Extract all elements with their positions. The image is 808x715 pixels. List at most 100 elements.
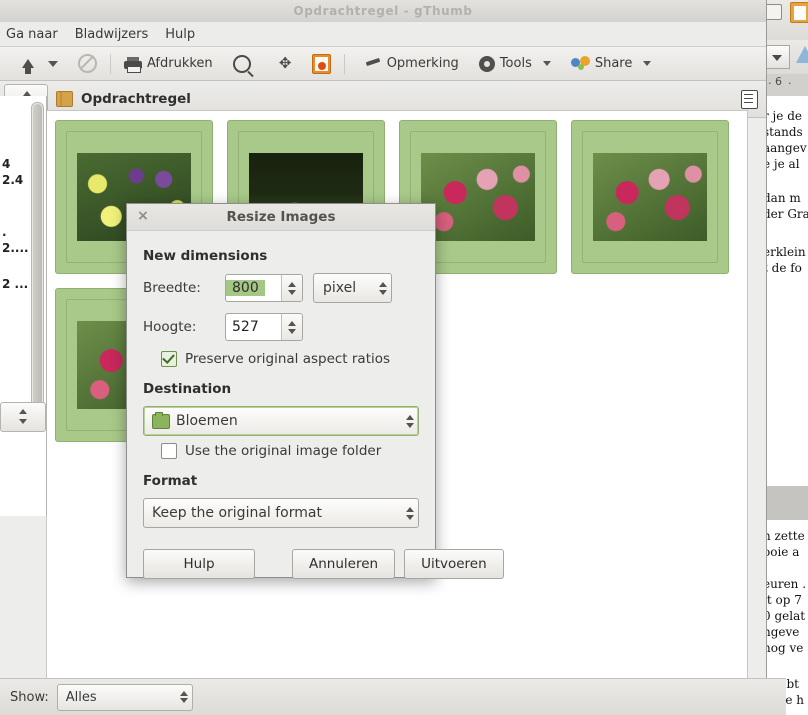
- doc-line: erklein: [763, 245, 806, 259]
- use-original-folder-row[interactable]: Use the original image folder: [161, 443, 419, 459]
- toolbar-stop-button: [73, 52, 102, 75]
- background-left-stepper[interactable]: [0, 402, 46, 432]
- dialog-body: New dimensions Breedte: 800 pixel Hoogte…: [127, 231, 435, 528]
- toolbar-fit-button[interactable]: ✥: [272, 53, 299, 74]
- background-left-lower: [0, 432, 47, 516]
- toolbar-share-button[interactable]: Share: [566, 54, 657, 73]
- format-header: Format: [143, 473, 198, 489]
- toolbar-search-button[interactable]: [228, 53, 256, 75]
- doc-line: der Gra: [763, 207, 808, 221]
- toolbar-share-label: Share: [594, 56, 633, 71]
- toolbar-comment-label: Opmerking: [386, 56, 459, 71]
- stepper-down-icon[interactable]: [19, 419, 27, 424]
- breadcrumb[interactable]: Opdrachtregel: [81, 91, 191, 107]
- stop-icon: [78, 54, 97, 73]
- doc-line: dan m: [763, 191, 801, 205]
- background-document-window[interactable]: · 6 · r je de stands aangev e je al dan …: [760, 0, 808, 715]
- thumbnail-4[interactable]: [571, 120, 729, 274]
- folder-icon: [152, 411, 170, 429]
- format-stepper[interactable]: [406, 506, 414, 520]
- history-dropdown-icon: [48, 60, 58, 67]
- document-page-gap: [760, 486, 808, 520]
- preserve-aspect-row[interactable]: Preserve original aspect ratios: [161, 351, 419, 367]
- width-label: Breedte:: [143, 280, 201, 296]
- toolbar-print-label: Afdrukken: [147, 56, 213, 71]
- fit-icon: ✥: [278, 54, 292, 72]
- document-page-1: r je de stands aangev e je al dan m der …: [760, 96, 808, 486]
- show-label: Show:: [10, 689, 49, 705]
- use-original-folder-checkbox[interactable]: [161, 443, 177, 459]
- document-save-icon[interactable]: [764, 4, 782, 20]
- comment-icon: [364, 57, 382, 70]
- new-dimensions-header: New dimensions: [143, 248, 268, 264]
- width-input[interactable]: 800: [225, 274, 303, 302]
- toolbar-history-button[interactable]: [43, 59, 63, 69]
- document-clipboard-icon[interactable]: [790, 2, 808, 23]
- help-button[interactable]: Hulp: [143, 549, 255, 579]
- unit-combo[interactable]: pixel: [313, 273, 392, 303]
- menu-item-bladwijzers[interactable]: Bladwijzers: [75, 27, 149, 42]
- document-toolbar[interactable]: [760, 0, 808, 41]
- destination-header: Destination: [143, 381, 232, 397]
- unit-value: pixel: [323, 280, 357, 296]
- dialog-button-row: Hulp Annuleren Uitvoeren: [127, 535, 504, 579]
- show-filter-value: Alles: [65, 689, 97, 705]
- destination-stepper[interactable]: [406, 414, 414, 428]
- height-value[interactable]: 527: [226, 319, 265, 335]
- combo-stepper-icon[interactable]: [168, 691, 188, 703]
- title-bar[interactable]: Opdrachtregel - gThumb: [0, 0, 766, 22]
- show-filter-combo[interactable]: Alles: [56, 683, 193, 711]
- preserve-aspect-checkbox[interactable]: [161, 351, 177, 367]
- dialog-title: Resize Images: [226, 209, 336, 225]
- toolbar-print-button[interactable]: Afdrukken: [119, 54, 218, 73]
- list-view-icon[interactable]: [741, 89, 758, 109]
- doc-line: euren .: [763, 577, 807, 591]
- menu-bar[interactable]: Ga naar Bladwijzers Hulp: [0, 22, 766, 47]
- toolbar-up-button[interactable]: [6, 57, 39, 74]
- chevron-down-icon[interactable]: [764, 45, 790, 69]
- thumbnail-image: [593, 153, 707, 241]
- format-value: Keep the original format: [152, 505, 322, 521]
- preserve-aspect-label: Preserve original aspect ratios: [185, 351, 391, 367]
- document-toolbar-row2[interactable]: [760, 40, 808, 75]
- destination-combo[interactable]: Bloemen: [143, 406, 419, 436]
- doc-line: t de fo: [763, 261, 802, 275]
- unit-stepper[interactable]: [379, 281, 387, 295]
- doc-line: it op 7: [763, 593, 802, 607]
- height-input[interactable]: 527: [225, 313, 303, 341]
- toolbar-slideshow-button[interactable]: [307, 52, 336, 76]
- stepper-up-icon[interactable]: [19, 409, 27, 414]
- status-bar: Show: Alles: [0, 678, 786, 715]
- thumbnail-frame: [582, 131, 718, 263]
- menu-item-ga-naar[interactable]: Ga naar: [6, 27, 58, 42]
- doc-line: ooie a: [763, 545, 800, 559]
- toolbar-comment-button[interactable]: Opmerking: [359, 54, 464, 73]
- share-icon: [570, 56, 590, 71]
- width-stepper[interactable]: [281, 275, 302, 301]
- destination-value: Bloemen: [176, 413, 238, 429]
- dialog-title-bar[interactable]: × Resize Images: [127, 204, 435, 231]
- format-combo[interactable]: Keep the original format: [143, 498, 419, 528]
- ruler-label: 6: [775, 75, 782, 88]
- menu-item-hulp[interactable]: Hulp: [165, 27, 195, 42]
- execute-button[interactable]: Uitvoeren: [404, 549, 504, 579]
- chevron-down-icon[interactable]: [643, 61, 652, 66]
- width-value[interactable]: 800: [226, 280, 265, 296]
- use-original-folder-label: Use the original image folder: [185, 443, 382, 459]
- tool-bar[interactable]: Afdrukken ✥ Opmerking Tools Share: [0, 47, 766, 81]
- close-icon[interactable]: ×: [136, 209, 150, 223]
- toolbar-separator: [110, 53, 111, 74]
- toolbar-separator: [343, 53, 345, 74]
- toolbar-tools-button[interactable]: Tools: [474, 54, 556, 74]
- width-row: Breedte: 800 pixel: [143, 273, 419, 303]
- chevron-down-icon[interactable]: [542, 61, 551, 66]
- doc-line: 0 gelat: [763, 609, 806, 623]
- height-stepper[interactable]: [281, 314, 302, 340]
- search-icon: [232, 54, 251, 73]
- cancel-button[interactable]: Annuleren: [292, 549, 396, 579]
- document-ruler: · 6 ·: [760, 74, 808, 96]
- window-title: Opdrachtregel - gThumb: [293, 4, 473, 18]
- folder-icon: [56, 91, 73, 107]
- doc-line: e je al: [763, 157, 800, 171]
- height-row: Hoogte: 527: [143, 313, 419, 341]
